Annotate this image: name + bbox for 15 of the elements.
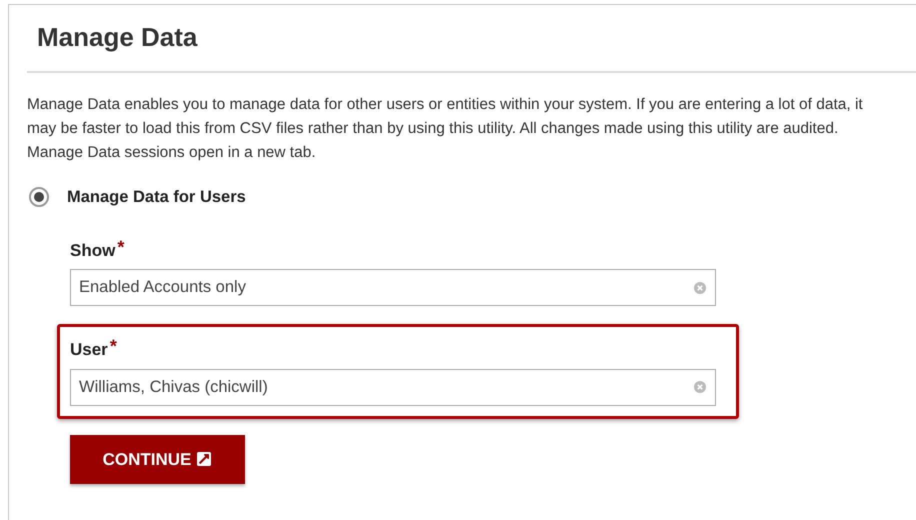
external-link-icon xyxy=(196,451,212,468)
select-field[interactable]: Williams, Chivas (chicwill) xyxy=(70,368,716,406)
radio-button[interactable] xyxy=(29,187,49,208)
clear-icon[interactable] xyxy=(693,280,707,295)
select-field[interactable]: Enabled Accounts only xyxy=(70,269,716,306)
clear-icon[interactable] xyxy=(693,380,707,394)
radio-label: Manage Data for Users xyxy=(67,187,246,208)
field-label: User xyxy=(70,339,108,362)
field-label: Show xyxy=(70,240,116,262)
page-title: Manage Data xyxy=(36,21,198,54)
continue-button[interactable]: CONTINUE xyxy=(70,434,245,484)
required-mark: * xyxy=(117,238,124,256)
radio-option[interactable]: Manage Data for Users xyxy=(27,185,916,210)
required-mark: * xyxy=(110,337,117,356)
description: Manage Data enables you to manage data for other users or entities within your system. If you are entering a lot of data, it may be faster to load this from CSV files rather than by using this utility. All changes made using this utility are audited. Manage Data sessions open in a new tab. xyxy=(27,95,864,163)
